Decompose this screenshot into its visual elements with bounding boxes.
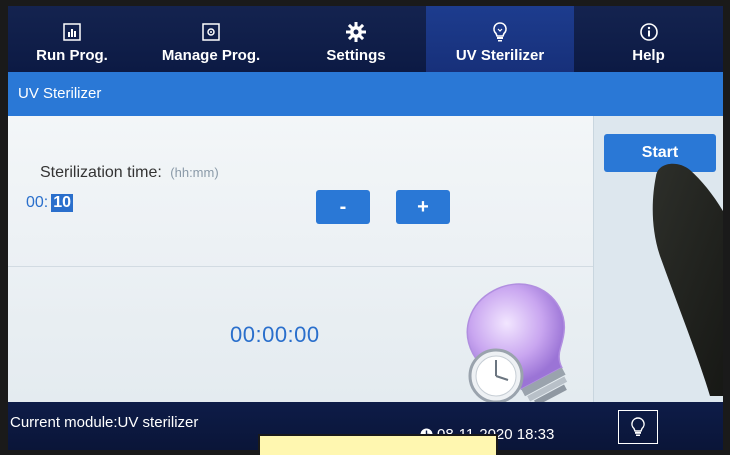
manage-program-icon	[200, 21, 222, 43]
tab-help[interactable]: Help	[574, 6, 723, 72]
tab-label: Settings	[326, 47, 386, 64]
lamp-status-icon[interactable]	[618, 410, 658, 444]
sterilization-time-label: Sterilization time: (hh:mm)	[40, 164, 219, 182]
minutes-value[interactable]: 10	[51, 194, 74, 212]
divider	[8, 266, 593, 267]
device-screen: Run Prog. Manage Prog. Settings UV Steri…	[8, 6, 723, 450]
current-module-text: Current module:UV sterilizer	[10, 414, 199, 431]
tab-label: Manage Prog.	[161, 47, 261, 64]
tab-label: Run Prog.	[36, 47, 108, 64]
sticky-note	[258, 434, 498, 455]
countdown-timer: 00:00:00	[230, 322, 320, 347]
uv-bulb-icon	[489, 21, 511, 43]
run-program-icon	[61, 21, 83, 43]
time-format-hint: (hh:mm)	[170, 165, 219, 180]
sterilization-time-text: Sterilization time:	[40, 164, 162, 181]
sterilization-time-field[interactable]: 00 : 10	[26, 194, 74, 212]
finger-overlay	[652, 163, 723, 396]
tab-settings[interactable]: Settings	[286, 6, 426, 72]
tab-run-program[interactable]: Run Prog.	[8, 6, 136, 72]
gear-icon	[345, 21, 367, 43]
tab-manage-program[interactable]: Manage Prog.	[136, 6, 286, 72]
decrement-button[interactable]: -	[316, 190, 370, 224]
tab-label: UV Sterilizer	[455, 47, 545, 64]
increment-button[interactable]: +	[396, 190, 450, 224]
info-icon	[638, 21, 660, 43]
tab-bar: Run Prog. Manage Prog. Settings UV Steri…	[8, 6, 723, 72]
uv-lamp-clock-icon	[466, 283, 568, 406]
tab-uv-sterilizer[interactable]: UV Sterilizer	[426, 6, 574, 72]
time-separator: :	[43, 194, 49, 211]
main-panel: Sterilization time: (hh:mm) 00 : 10 - + …	[8, 116, 593, 406]
hours-value[interactable]: 00	[26, 194, 44, 212]
tab-label: Help	[632, 47, 665, 64]
page-title: UV Sterilizer	[8, 72, 723, 116]
